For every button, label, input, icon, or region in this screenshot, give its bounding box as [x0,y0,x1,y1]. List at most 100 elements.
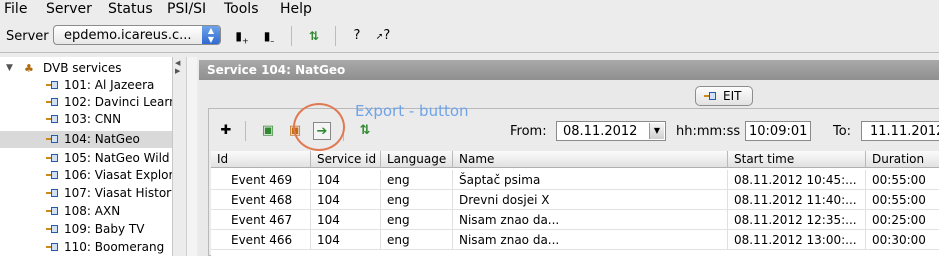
from-time-input[interactable]: 10:09:01 [745,121,811,141]
tree-item[interactable]: 101: Al Jazeera [0,77,172,94]
tree-scrollbar[interactable] [186,57,197,256]
column-header-duration[interactable]: Duration [866,151,939,168]
tree-item[interactable]: 110: Boomerang [0,239,172,256]
cell-language: eng [381,230,453,250]
eit-label: EIT [723,89,742,103]
menu-file[interactable]: File [4,0,27,18]
to-date-picker[interactable]: 11.11.2012 [861,121,939,141]
select-arrows-icon: ▲ ▼ [202,26,220,44]
table-row[interactable]: Event 468 104 eng Drevni dosjei X 08.11.… [211,190,939,210]
remove-server-icon[interactable]: ▮– [260,28,278,45]
whats-this-label: ? [383,28,391,43]
tree-item[interactable]: 105: NatGeo Wild [0,150,172,167]
panel-title-bar: Service 104: NatGeo [199,60,939,80]
column-header-language[interactable]: Language [381,151,453,168]
table-row[interactable]: Event 467 104 eng Nisam znao da... 08.11… [211,210,939,230]
service-icon [46,243,60,253]
column-header-id[interactable]: Id [211,151,311,168]
from-date-value: 08.11.2012 [563,124,638,139]
whats-this-button[interactable]: ➚? [374,28,392,44]
tree-item-label: 110: Boomerang [64,240,165,254]
from-label: From: [510,124,547,139]
tree-item[interactable]: 108: AXN [0,203,172,220]
server-select-value: epdemo.icareus.c... [64,28,192,43]
cell-start-time: 08.11.2012 12:35:... [728,210,866,230]
tree-item[interactable]: 103: CNN [0,111,172,128]
tree-root[interactable]: ▼ ♣ DVB services [0,60,172,77]
cell-id: Event 469 [211,170,311,190]
collapse-left-icon[interactable]: ◀ [175,59,180,67]
tree-item-label: 105: NatGeo Wild [64,151,170,165]
service-icon [46,207,60,217]
cell-duration: 00:55:00 [866,190,939,210]
service-icon [46,189,60,199]
from-date-picker[interactable]: 08.11.2012 ▼ [556,121,666,141]
tree-item-label: 106: Viasat Explor [64,168,173,182]
cell-language: eng [381,170,453,190]
column-header-name[interactable]: Name [453,151,728,168]
tree-item[interactable]: 106: Viasat Explor [0,167,172,184]
tree-item[interactable]: 107: Viasat History [0,185,172,202]
refresh-events-icon[interactable]: ⇅ [356,122,374,140]
tree-item-selected[interactable]: 104: NatGeo [0,131,172,148]
cell-start-time: 08.11.2012 11:40:... [728,190,866,210]
service-icon [46,81,60,91]
cell-name: Šaptač psima [453,170,728,190]
service-icon [46,154,60,164]
from-time-value: 10:09:01 [749,124,808,139]
export-annotation: Export - button [355,102,469,120]
server-label: Server [6,29,49,44]
menu-server[interactable]: Server [46,0,92,18]
export-highlight-circle [293,103,345,151]
cell-id: Event 468 [211,190,311,210]
import-icon[interactable]: ▣ [259,122,277,140]
cell-duration: 00:25:00 [866,210,939,230]
cell-name: Nisam znao da... [453,210,728,230]
add-server-icon[interactable]: ▮+ [233,28,251,45]
tree-item-label: 102: Davinci Learn [64,95,173,109]
events-table[interactable]: Id Service id Language Name Start time D… [211,151,939,256]
tree-item[interactable]: 102: Davinci Learn [0,94,172,111]
tree-item[interactable]: 109: Baby TV [0,221,172,238]
dropdown-arrow-icon[interactable]: ▼ [649,123,664,139]
menu-bar: File Server Status PSI/SI Tools Help [0,0,939,18]
table-row[interactable]: Event 466 104 eng Nisam znao da... 08.11… [211,230,939,250]
table-row[interactable]: Event 469 104 eng Šaptač psima 08.11.201… [211,170,939,190]
refresh-icon[interactable]: ⇅ [305,28,323,44]
menu-help[interactable]: Help [280,0,312,18]
cell-service-id: 104 [311,230,381,250]
tree-item-label: 103: CNN [64,112,122,126]
menu-status[interactable]: Status [108,0,153,18]
eit-button[interactable]: EIT [695,86,753,106]
service-icon [46,171,60,181]
menu-tools[interactable]: Tools [224,0,259,18]
server-select[interactable]: epdemo.icareus.c... ▲ ▼ [53,25,221,45]
network-icon: ♣ [24,62,34,75]
toolbar-divider [291,26,292,46]
column-header-start-time[interactable]: Start time [728,151,866,168]
collapse-triangle-icon[interactable]: ▼ [6,60,13,77]
tree-item-label: 109: Baby TV [64,222,145,236]
expand-right-icon[interactable]: ▶ [175,67,180,75]
service-icon [704,92,718,102]
service-tree[interactable]: ▼ ♣ DVB services 101: Al Jazeera 102: Da… [0,57,173,256]
cell-start-time: 08.11.2012 13:00:... [728,230,866,250]
cell-language: eng [381,190,453,210]
service-icon [46,98,60,108]
cell-id: Event 467 [211,210,311,230]
help-button[interactable]: ? [348,28,366,44]
time-format-label: hh:mm:ss [676,124,741,139]
tree-item-label: 107: Viasat History [64,186,173,200]
add-event-icon[interactable]: ✚ [217,122,235,140]
toolbar-divider [335,26,336,46]
tree-item-label: 104: NatGeo [64,132,140,146]
panel-title: Service 104: NatGeo [207,63,346,77]
cell-id: Event 466 [211,230,311,250]
toolbar: Server epdemo.icareus.c... ▲ ▼ ▮+ ▮– ⇅ ? … [0,20,939,53]
cell-language: eng [381,210,453,230]
menu-psisi[interactable]: PSI/SI [167,0,206,18]
service-icon [46,135,60,145]
cell-duration: 00:55:00 [866,170,939,190]
column-header-service-id[interactable]: Service id [311,151,381,168]
tree-item-label: 101: Al Jazeera [64,78,155,92]
